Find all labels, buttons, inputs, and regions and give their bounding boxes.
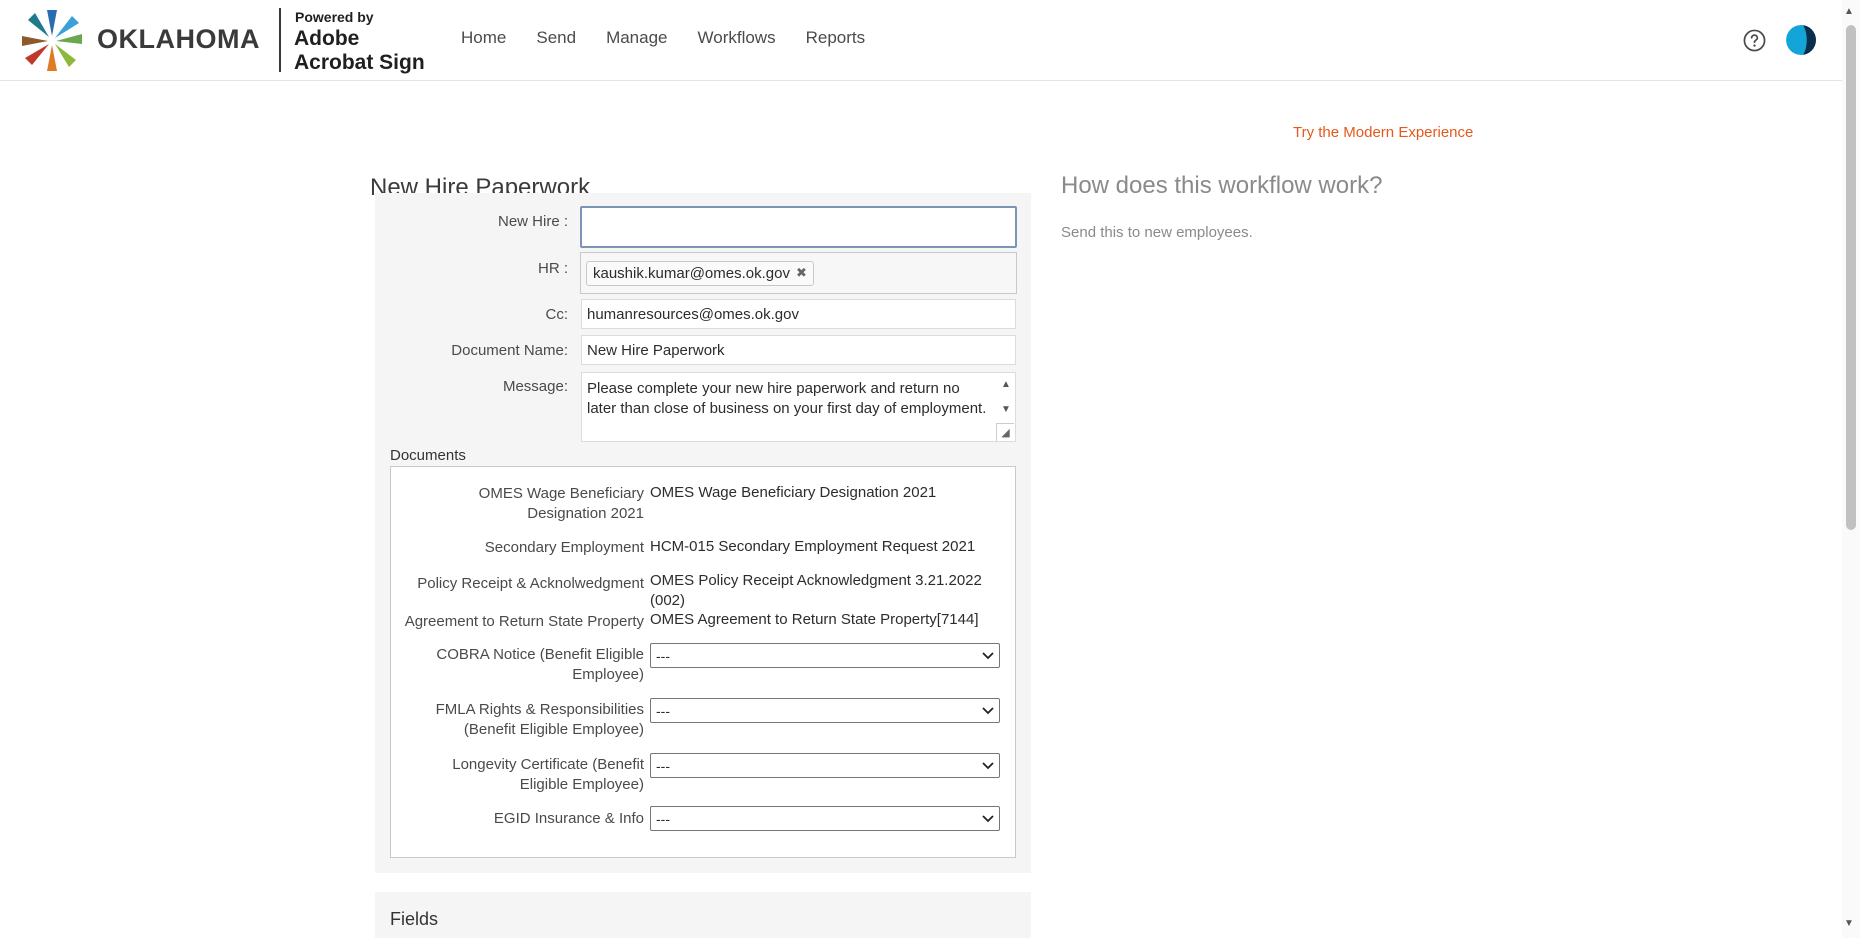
doc-value-return-property: OMES Agreement to Return State Property[… — [650, 611, 979, 628]
modern-experience-link[interactable]: Try the Modern Experience — [1293, 124, 1473, 141]
fmla-rights-value: --- — [656, 702, 670, 719]
new-hire-label: New Hire : — [497, 213, 568, 230]
product-name-line2: Acrobat Sign — [294, 51, 425, 74]
doc-label-secondary-employment: Secondary Employment — [484, 539, 644, 556]
doc-label-cobra: COBRA Notice (Benefit Eligible Employee) — [436, 646, 644, 683]
doc-label-wage-beneficiary: OMES Wage Beneficiary Designation 2021 — [478, 485, 644, 522]
user-avatar[interactable] — [1786, 25, 1816, 55]
doc-value-wage-beneficiary: OMES Wage Beneficiary Designation 2021 — [650, 484, 937, 501]
powered-by-label: Powered by — [295, 9, 374, 25]
hr-recipient-email: kaushik.kumar@omes.ok.gov — [593, 264, 790, 282]
help-icon[interactable] — [1743, 29, 1766, 52]
message-text: Please complete your new hire paperwork … — [587, 380, 987, 417]
nav-workflows[interactable]: Workflows — [698, 28, 776, 48]
state-name-logo-text: OKLAHOMA — [97, 24, 260, 54]
egid-insurance-select[interactable]: --- — [650, 806, 1000, 831]
scrollbar-thumb[interactable] — [1846, 25, 1856, 530]
doc-label-fmla: FMLA Rights & Responsibilities (Benefit … — [435, 701, 644, 738]
chevron-down-icon — [977, 808, 999, 830]
message-label: Message: — [502, 378, 568, 395]
oklahoma-logo-icon[interactable] — [18, 7, 86, 73]
doc-label-longevity: Longevity Certificate (Benefit Eligible … — [452, 756, 644, 793]
remove-chip-icon[interactable]: ✖ — [796, 265, 807, 281]
egid-insurance-value: --- — [656, 810, 670, 827]
chevron-down-icon — [977, 700, 999, 722]
document-name-input[interactable]: New Hire Paperwork — [581, 335, 1016, 365]
scroll-down-icon[interactable]: ▼ — [1844, 918, 1854, 929]
nav-reports[interactable]: Reports — [806, 28, 866, 48]
product-name: Adobe Acrobat Sign — [294, 27, 425, 75]
documents-section-title: Documents — [390, 447, 466, 464]
fields-section: Fields — [375, 892, 1031, 938]
chevron-down-icon — [977, 755, 999, 777]
hr-recipient-field[interactable]: kaushik.kumar@omes.ok.gov ✖ — [580, 252, 1017, 294]
doc-label-policy-receipt: Policy Receipt & Acknolwedgment — [417, 575, 644, 592]
message-scroll-down-icon[interactable]: ▼ — [1001, 404, 1011, 415]
cc-label: Cc: — [545, 306, 569, 323]
scroll-up-icon[interactable]: ▲ — [1844, 6, 1854, 17]
resize-handle-icon[interactable]: ◢ — [996, 423, 1014, 441]
hr-recipient-chip: kaushik.kumar@omes.ok.gov ✖ — [586, 260, 814, 286]
app-header: OKLAHOMA Powered by Adobe Acrobat Sign H… — [0, 0, 1842, 81]
nav-send[interactable]: Send — [536, 28, 576, 48]
document-name-label: Document Name: — [451, 342, 568, 359]
doc-value-policy-receipt: OMES Policy Receipt Acknowledgment 3.21.… — [650, 572, 982, 609]
brand-divider — [279, 8, 281, 72]
cc-input[interactable]: humanresources@omes.ok.gov — [581, 299, 1016, 329]
main-nav: Home Send Manage Workflows Reports — [461, 28, 865, 48]
doc-label-return-property: Agreement to Return State Property — [404, 613, 644, 630]
nav-home[interactable]: Home — [461, 28, 506, 48]
longevity-certificate-value: --- — [656, 757, 670, 774]
fmla-rights-select[interactable]: --- — [650, 698, 1000, 723]
message-textarea[interactable]: Please complete your new hire paperwork … — [581, 372, 1016, 442]
nav-manage[interactable]: Manage — [606, 28, 667, 48]
message-scroll-up-icon[interactable]: ▲ — [1001, 379, 1011, 390]
new-hire-input[interactable] — [580, 206, 1017, 248]
longevity-certificate-select[interactable]: --- — [650, 753, 1000, 778]
cobra-notice-select[interactable]: --- — [650, 643, 1000, 668]
product-name-line1: Adobe — [294, 27, 360, 50]
cobra-notice-value: --- — [656, 647, 670, 664]
hr-label: HR : — [538, 260, 568, 277]
doc-label-egid: EGID Insurance & Info — [493, 810, 644, 827]
workflow-help-text: Send this to new employees. — [1061, 224, 1253, 241]
fields-section-title: Fields — [390, 909, 439, 929]
workflow-help-heading: How does this workflow work? — [1061, 172, 1383, 199]
chevron-down-icon — [977, 645, 999, 667]
doc-value-secondary-employment: HCM-015 Secondary Employment Request 202… — [650, 538, 976, 555]
